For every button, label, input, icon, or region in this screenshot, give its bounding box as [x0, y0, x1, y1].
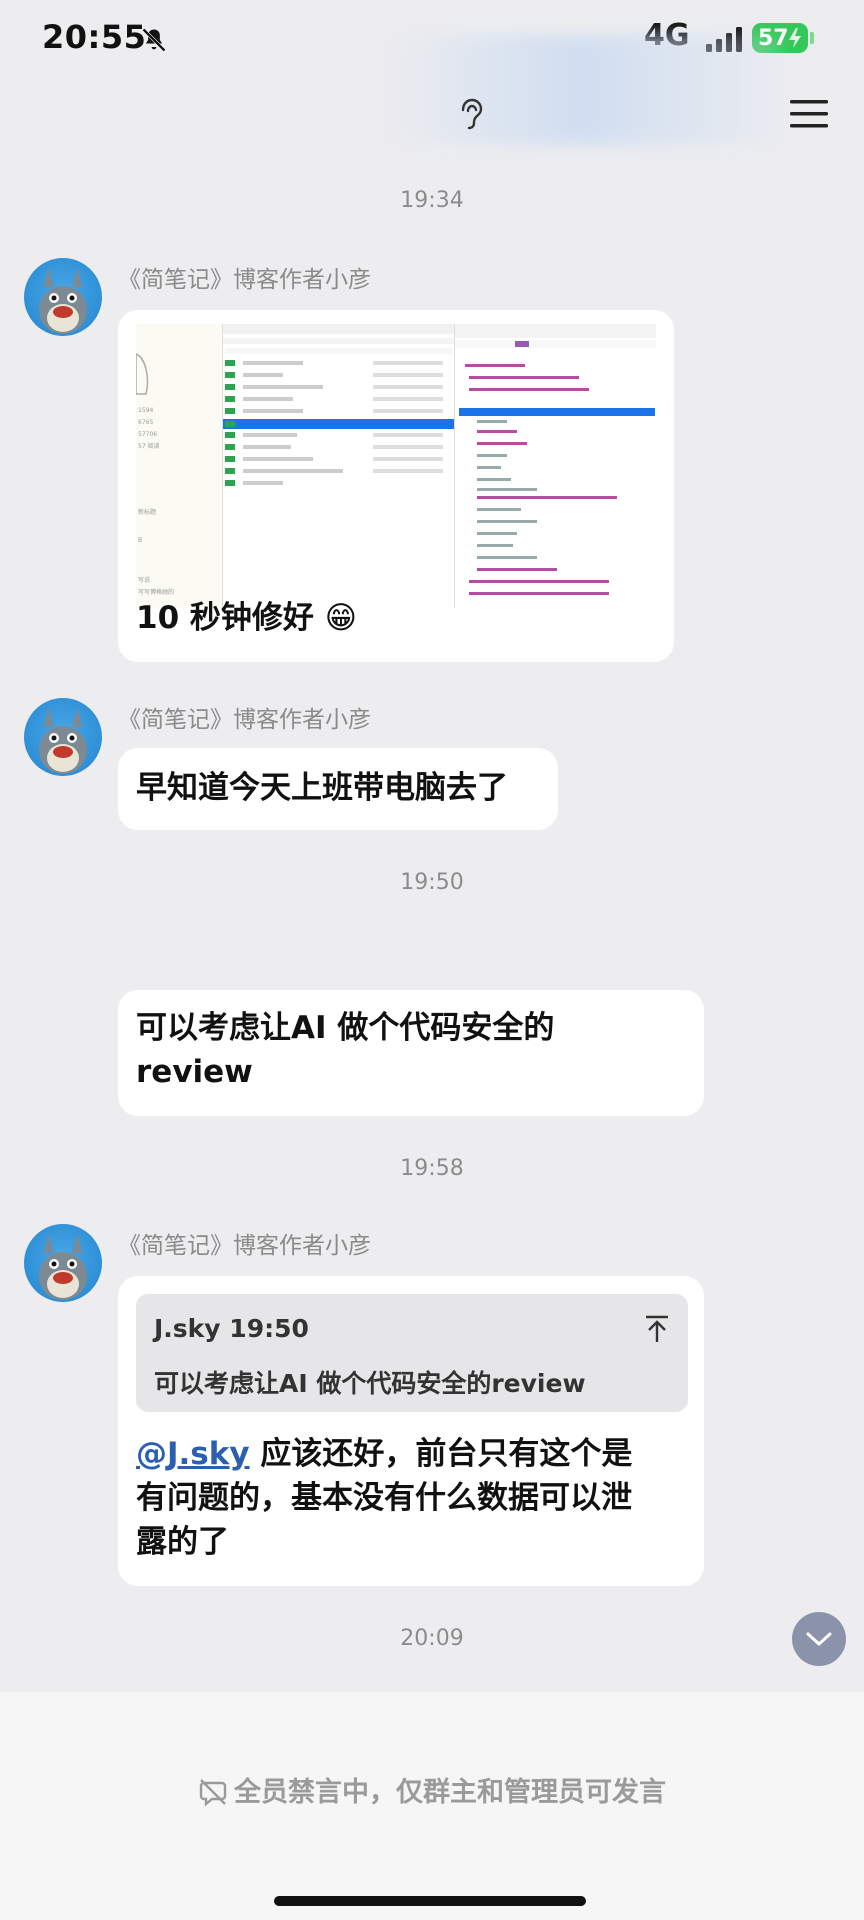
- menu-icon[interactable]: [790, 98, 828, 130]
- home-indicator[interactable]: [274, 1896, 586, 1906]
- message-timestamp: 19:50: [400, 870, 464, 895]
- message-bubble[interactable]: 可以考虑让AI 做个代码安全的 review: [118, 990, 704, 1116]
- message-timestamp: 20:09: [400, 1626, 464, 1651]
- svg-text:新标题: 新标题: [138, 508, 156, 516]
- mute-notice: 全员禁言中，仅群主和管理员可发言: [0, 1770, 864, 1809]
- avatar[interactable]: [24, 698, 102, 776]
- message-text-line1: 可以考虑让AI 做个代码安全的: [136, 1010, 555, 1046]
- chat-header: [0, 35, 864, 150]
- image-message-bubble[interactable]: 1594 6765 57706 57 阅读 新标题 B 写说 写写博格她的 10…: [118, 310, 674, 662]
- reply-text-line2: 有问题的，基本没有什么数据可以泄: [136, 1480, 632, 1516]
- svg-text:57 阅读: 57 阅读: [138, 442, 160, 450]
- quoted-text: 可以考虑让AI 做个代码安全的review: [154, 1369, 586, 1398]
- reply-text: 应该还好，前台只有这个是: [249, 1436, 633, 1472]
- reply-text-line3: 露的了: [136, 1524, 229, 1560]
- message-text-line2: review: [136, 1054, 253, 1090]
- mute-chat-icon: [199, 1779, 227, 1807]
- ear-icon[interactable]: [454, 96, 484, 132]
- chevron-down-icon: [806, 1632, 832, 1646]
- svg-text:写说: 写说: [138, 576, 150, 584]
- battery-tip: [810, 32, 814, 44]
- svg-text:1594: 1594: [138, 407, 153, 414]
- reply-text-line1: @J.sky 应该还好，前台只有这个是: [136, 1432, 632, 1476]
- screenshot-image[interactable]: 1594 6765 57706 57 阅读 新标题 B 写说写写博格她的: [136, 324, 656, 608]
- message-timestamp: 19:58: [400, 1156, 464, 1181]
- message-text: 早知道今天上班带电脑去了: [136, 770, 508, 806]
- mute-notice-text: 全员禁言中，仅群主和管理员可发言: [234, 1777, 666, 1808]
- mention-link[interactable]: @J.sky: [136, 1436, 250, 1472]
- svg-text:B: B: [138, 537, 142, 544]
- avatar[interactable]: [24, 258, 102, 336]
- input-area: 全员禁言中，仅群主和管理员可发言: [0, 1692, 864, 1920]
- scroll-to-bottom-button[interactable]: [792, 1612, 846, 1666]
- message-text: 10 秒钟修好 😁: [136, 600, 358, 636]
- svg-text:写写博格她的: 写写博格她的: [138, 588, 174, 596]
- sender-name: 《简笔记》博客作者小彦: [118, 267, 371, 293]
- avatar[interactable]: [24, 1224, 102, 1302]
- blurred-title: [380, 35, 780, 145]
- status-time: 20:55: [42, 18, 147, 56]
- reply-message-bubble[interactable]: J.sky 19:50 可以考虑让AI 做个代码安全的review @J.sky…: [118, 1276, 704, 1586]
- svg-text:6765: 6765: [138, 419, 153, 426]
- message-timestamp: 19:34: [400, 188, 464, 213]
- sender-name: 《简笔记》博客作者小彦: [118, 1233, 371, 1259]
- sender-name: 《简笔记》博客作者小彦: [118, 707, 371, 733]
- svg-text:57706: 57706: [138, 431, 157, 438]
- message-bubble[interactable]: 早知道今天上班带电脑去了: [118, 748, 558, 830]
- mute-icon: [142, 28, 166, 52]
- quoted-message[interactable]: J.sky 19:50 可以考虑让AI 做个代码安全的review: [136, 1294, 688, 1412]
- quote-jump-icon[interactable]: [644, 1314, 670, 1344]
- quoted-author-time: J.sky 19:50: [154, 1314, 309, 1343]
